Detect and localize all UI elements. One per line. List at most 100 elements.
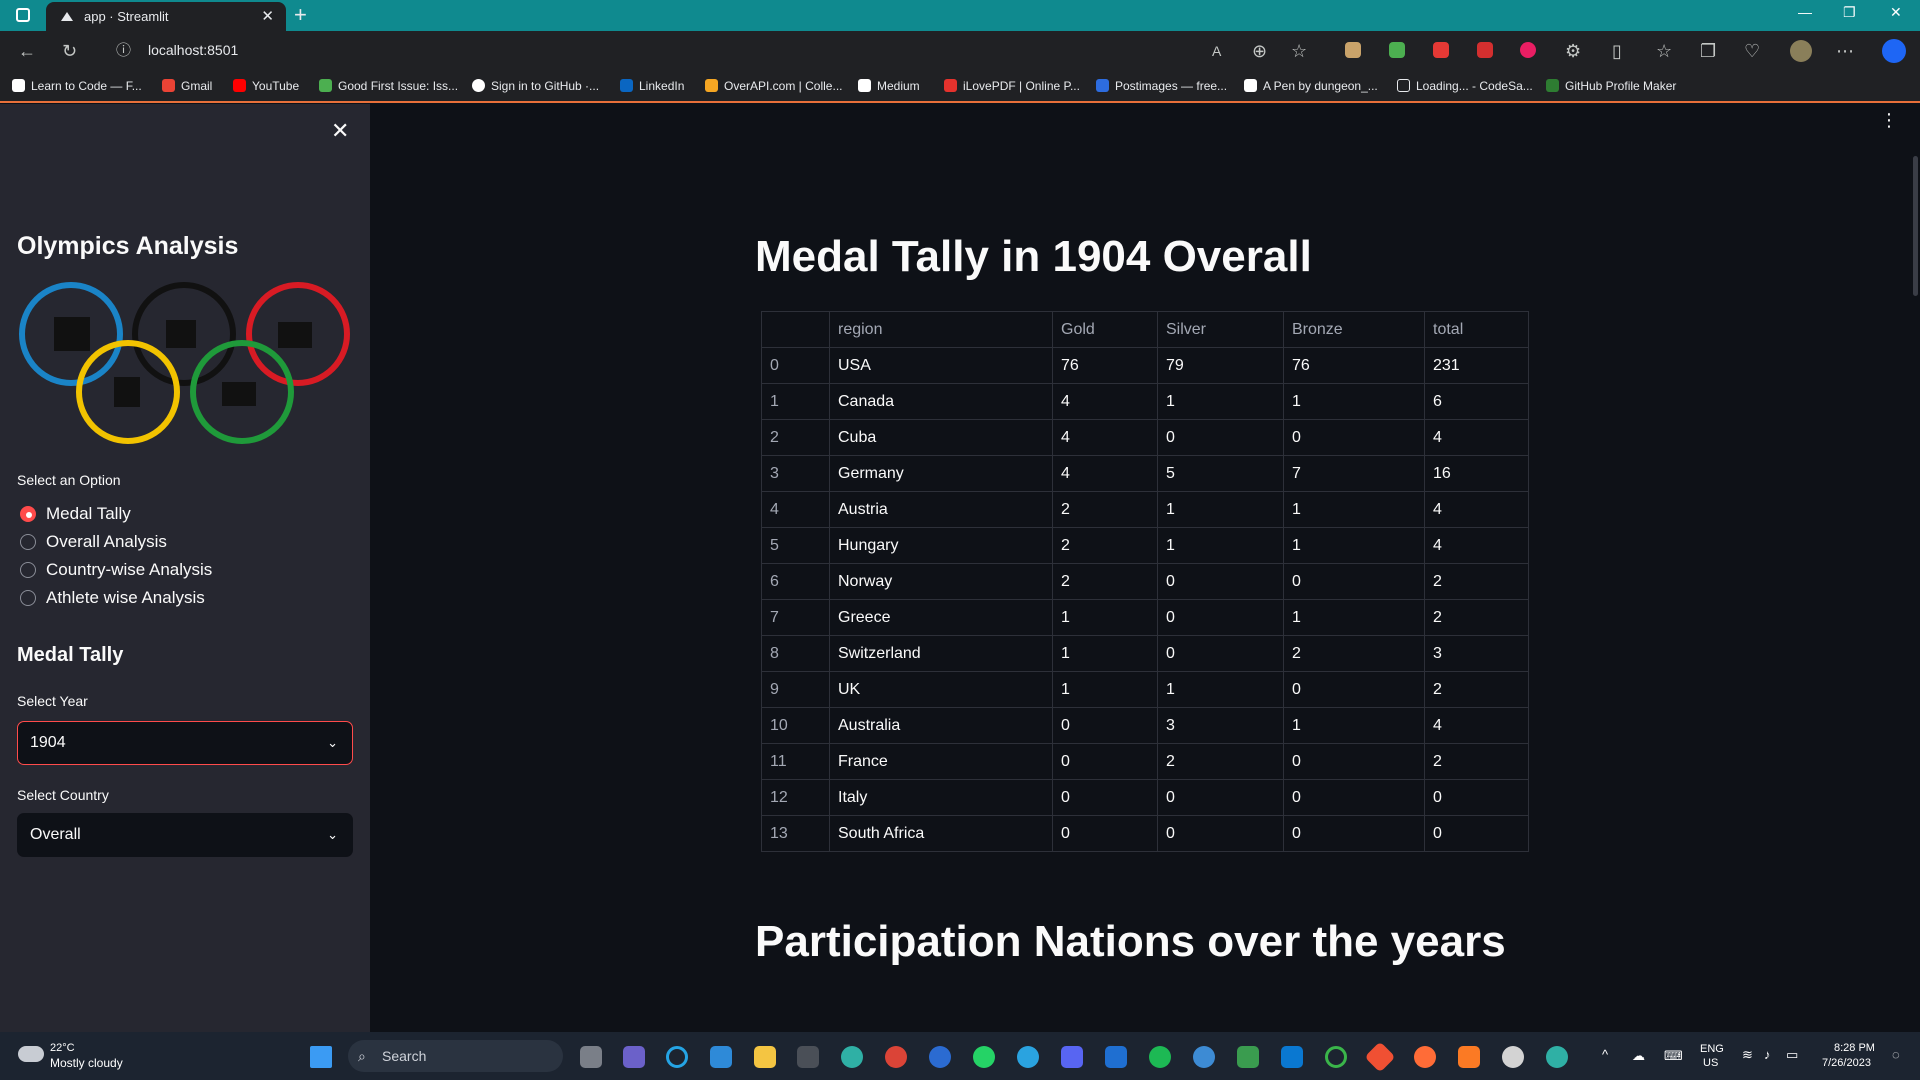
zoom-icon[interactable]: ⊕ bbox=[1252, 41, 1267, 61]
language-indicator[interactable]: ENG bbox=[1700, 1042, 1724, 1056]
bookmark-item[interactable]: Good First Issue: Iss... bbox=[319, 71, 458, 101]
adblock-icon[interactable] bbox=[1433, 42, 1449, 58]
clock-time[interactable]: 8:28 PM bbox=[1834, 1041, 1875, 1055]
bookmark-item[interactable]: LinkedIn bbox=[620, 71, 684, 101]
restore-icon[interactable]: ❐ bbox=[1843, 4, 1856, 21]
vscode-icon[interactable] bbox=[1281, 1046, 1303, 1068]
app-icon[interactable] bbox=[1105, 1046, 1127, 1068]
file-explorer-icon[interactable] bbox=[754, 1046, 776, 1068]
table-cell: 1 bbox=[1283, 527, 1425, 564]
country-label: Select Country bbox=[17, 787, 109, 803]
extension-icon[interactable] bbox=[1389, 42, 1405, 58]
bookmark-item[interactable]: Postimages — free... bbox=[1096, 71, 1227, 101]
spotify-icon[interactable] bbox=[1149, 1046, 1171, 1068]
row-index-cell: 3 bbox=[761, 455, 830, 492]
year-select[interactable]: 1904 ⌄ bbox=[17, 721, 353, 765]
bookmark-item[interactable]: iLovePDF | Online P... bbox=[944, 71, 1080, 101]
whatsapp-icon[interactable] bbox=[973, 1046, 995, 1068]
extension-icon[interactable] bbox=[1477, 42, 1493, 58]
app-icon[interactable] bbox=[1193, 1046, 1215, 1068]
profile-avatar[interactable] bbox=[1790, 40, 1812, 62]
bookmark-item[interactable]: GitHub Profile Maker bbox=[1546, 71, 1676, 101]
clock-date[interactable]: 7/26/2023 bbox=[1822, 1056, 1871, 1070]
radio-overall-analysis[interactable]: Overall Analysis bbox=[20, 532, 167, 552]
new-tab-icon[interactable]: + bbox=[294, 3, 307, 27]
close-sidebar-icon[interactable]: ✕ bbox=[331, 118, 349, 144]
cortana-icon[interactable] bbox=[666, 1046, 688, 1068]
onedrive-icon[interactable]: ☁ bbox=[1632, 1049, 1645, 1063]
collections-icon[interactable]: ❐ bbox=[1700, 41, 1716, 61]
app-menu-icon[interactable]: ⋮ bbox=[1880, 111, 1898, 129]
notifications-icon[interactable]: ◌ bbox=[1892, 1048, 1900, 1062]
radio-athlete-wise-analysis[interactable]: Athlete wise Analysis bbox=[20, 588, 205, 608]
site-info-icon[interactable]: ⓘ bbox=[116, 41, 131, 61]
table-cell: 6 bbox=[1424, 383, 1529, 420]
weather-temp[interactable]: 22°C bbox=[50, 1041, 75, 1055]
table-cell: Greece bbox=[829, 599, 1053, 636]
task-view-icon[interactable] bbox=[580, 1046, 602, 1068]
bookmark-item[interactable]: YouTube bbox=[233, 71, 299, 101]
extension-icon[interactable] bbox=[1520, 42, 1536, 58]
table-cell: 0 bbox=[1424, 779, 1529, 816]
back-icon[interactable]: ← bbox=[18, 41, 36, 61]
weather-desc[interactable]: Mostly cloudy bbox=[50, 1056, 123, 1070]
radio-dot bbox=[20, 506, 36, 522]
telegram-icon[interactable] bbox=[1017, 1046, 1039, 1068]
browser-tab[interactable]: app · Streamlit ✕ bbox=[46, 2, 286, 31]
store-icon[interactable] bbox=[710, 1046, 732, 1068]
app-icon[interactable] bbox=[1237, 1046, 1259, 1068]
chevron-up-icon[interactable]: ^ bbox=[1602, 1048, 1608, 1062]
xampp-icon[interactable] bbox=[1458, 1046, 1480, 1068]
radio-country-wise-analysis[interactable]: Country-wise Analysis bbox=[20, 560, 212, 580]
split-screen-icon[interactable]: ▯ bbox=[1612, 41, 1622, 61]
bookmark-item[interactable]: Gmail bbox=[162, 71, 212, 101]
table-cell: 4 bbox=[1052, 383, 1158, 420]
teams-icon[interactable] bbox=[623, 1046, 645, 1068]
app-icon[interactable] bbox=[797, 1046, 819, 1068]
obs-icon[interactable] bbox=[1502, 1046, 1524, 1068]
scrollbar[interactable] bbox=[1913, 156, 1918, 296]
volume-icon[interactable]: ♪ bbox=[1764, 1048, 1771, 1062]
tab-actions-icon[interactable] bbox=[16, 8, 30, 22]
edge-icon[interactable] bbox=[841, 1046, 863, 1068]
battery-icon[interactable]: ▭ bbox=[1786, 1048, 1798, 1062]
reload-icon[interactable]: ↻ bbox=[62, 41, 77, 61]
bookmark-item[interactable]: Learn to Code — F... bbox=[12, 71, 142, 101]
performance-icon[interactable]: ♡ bbox=[1744, 41, 1760, 61]
firefox-icon[interactable] bbox=[929, 1046, 951, 1068]
bookmark-item[interactable]: Medium bbox=[858, 71, 920, 101]
discord-icon[interactable] bbox=[1061, 1046, 1083, 1068]
bookmark-item[interactable]: OverAPI.com | Colle... bbox=[705, 71, 842, 101]
bookmark-item[interactable]: Sign in to GitHub ·... bbox=[472, 71, 599, 101]
address-bar[interactable]: localhost:8501 bbox=[148, 39, 238, 61]
taskbar: 22°C Mostly cloudy ⌕ Search ^ ☁ ⌨ ENG US… bbox=[0, 1032, 1920, 1080]
table-row: 13 South Africa 0 0 0 0 bbox=[761, 815, 1529, 852]
minimize-icon[interactable]: — bbox=[1798, 4, 1812, 20]
app-icon[interactable] bbox=[1325, 1046, 1347, 1068]
git-icon[interactable] bbox=[1364, 1041, 1396, 1073]
region-indicator[interactable]: US bbox=[1703, 1056, 1718, 1070]
close-window-icon[interactable]: ✕ bbox=[1890, 4, 1902, 21]
more-menu-icon[interactable]: ⋯ bbox=[1836, 41, 1854, 61]
bookmark-item[interactable]: A Pen by dungeon_... bbox=[1244, 71, 1378, 101]
favorites-icon[interactable]: ☆ bbox=[1656, 41, 1672, 61]
edge-icon[interactable] bbox=[1546, 1046, 1568, 1068]
bookmark-item[interactable]: Loading... - CodeSa... bbox=[1397, 71, 1533, 101]
radio-medal-tally[interactable]: Medal Tally bbox=[20, 504, 131, 524]
tab-close-icon[interactable]: ✕ bbox=[261, 2, 274, 31]
postman-icon[interactable] bbox=[1414, 1046, 1436, 1068]
column-header bbox=[761, 311, 830, 348]
windows-start-icon[interactable] bbox=[310, 1046, 332, 1068]
copilot-icon[interactable] bbox=[1882, 39, 1906, 63]
taskbar-search[interactable]: ⌕ Search bbox=[348, 1040, 563, 1072]
table-cell: 2 bbox=[1424, 743, 1529, 780]
country-select[interactable]: Overall ⌄ bbox=[17, 813, 353, 857]
extensions-icon[interactable]: ⚙ bbox=[1565, 41, 1581, 61]
chrome-icon[interactable] bbox=[885, 1046, 907, 1068]
wifi-icon[interactable]: ≋ bbox=[1742, 1048, 1753, 1062]
extension-icon[interactable] bbox=[1345, 42, 1361, 58]
keyboard-icon[interactable]: ⌨ bbox=[1664, 1049, 1683, 1063]
favorite-star-icon[interactable]: ☆ bbox=[1291, 41, 1307, 61]
read-aloud-icon[interactable]: A bbox=[1212, 41, 1221, 61]
radio-dot bbox=[20, 562, 36, 578]
